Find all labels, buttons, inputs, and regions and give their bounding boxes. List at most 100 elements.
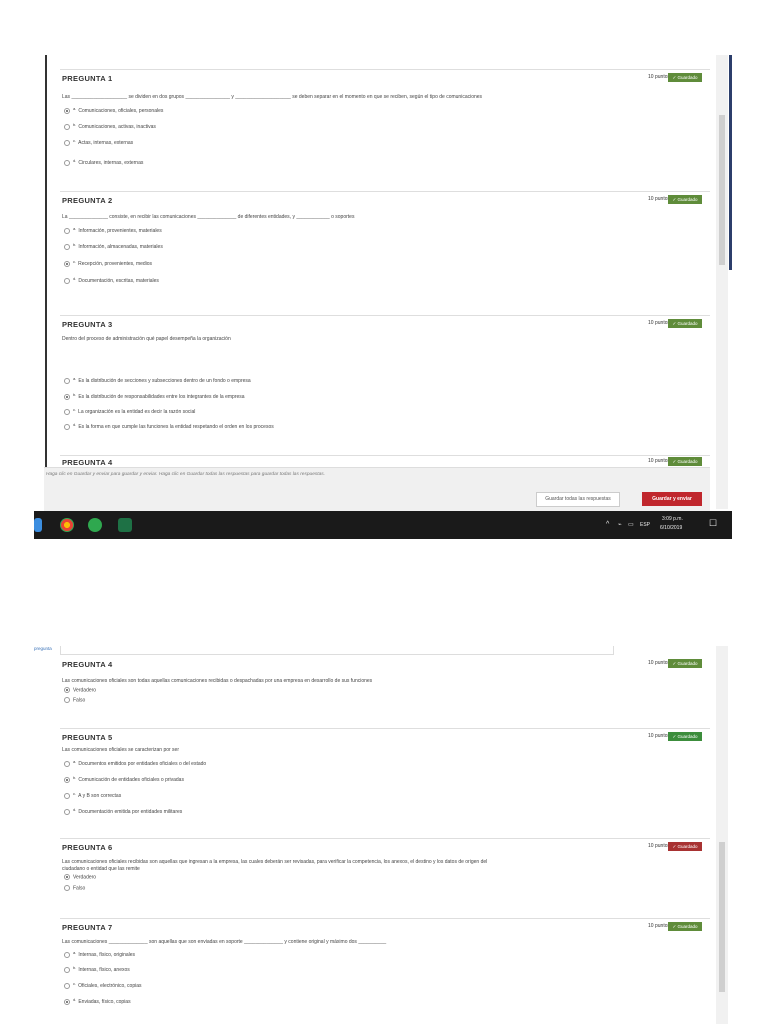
option-false[interactable]: Falso bbox=[64, 697, 85, 703]
battery-icon[interactable]: ▭ bbox=[628, 521, 634, 528]
check-icon: ✓ bbox=[672, 844, 677, 849]
utorrent-icon[interactable] bbox=[88, 518, 102, 532]
points-label: 10 puntos bbox=[648, 74, 670, 80]
radio[interactable] bbox=[64, 760, 70, 767]
option-c[interactable]: c. La organización es la entidad es decir… bbox=[64, 407, 195, 415]
question-title: PREGUNTA 3 bbox=[62, 320, 113, 329]
option-letter: b. bbox=[73, 775, 77, 780]
radio[interactable] bbox=[64, 982, 70, 989]
radio-selected[interactable] bbox=[64, 687, 70, 693]
save-all-button[interactable]: Guardar todas las respuestas bbox=[536, 492, 620, 507]
option-d[interactable]: d. Documentación, escritas, materiales bbox=[64, 276, 159, 284]
option-letter: c. bbox=[73, 981, 77, 986]
option-d[interactable]: d. Circulares, internas, externas bbox=[64, 158, 143, 166]
option-letter: c. bbox=[73, 791, 77, 796]
top-link[interactable]: pregunta bbox=[34, 646, 52, 651]
question-title: PREGUNTA 2 bbox=[62, 196, 113, 205]
option-letter: c. bbox=[73, 407, 77, 412]
notification-icon[interactable]: ☐ bbox=[709, 518, 717, 529]
option-letter: a. bbox=[73, 106, 77, 111]
option-d[interactable]: d. Es la forma en que cumple las funcione… bbox=[64, 422, 274, 430]
scrollbar-thumb[interactable] bbox=[719, 842, 725, 992]
option-c[interactable]: c. Recepción, provenientes, medios bbox=[64, 259, 152, 267]
option-letter: d. bbox=[73, 422, 77, 427]
clock-time[interactable]: 3:09 p.m. bbox=[662, 516, 683, 522]
radio-selected[interactable] bbox=[64, 393, 70, 400]
saved-label: Guardado bbox=[677, 924, 698, 929]
option-a[interactable]: a. Documentos emitidos por entidades ofic… bbox=[64, 759, 206, 767]
radio-selected[interactable] bbox=[64, 874, 70, 880]
submit-hint: Haga clic en Guardar y enviar para guard… bbox=[46, 472, 325, 477]
option-b[interactable]: b. Comunicación de entidades oficiales o … bbox=[64, 775, 184, 783]
question-prompt: Las comunicaciones oficiales son todas a… bbox=[62, 678, 373, 684]
option-b[interactable]: b. Información, almacenadas, materiales bbox=[64, 242, 163, 250]
saved-badge: ✓ Guardado bbox=[668, 732, 702, 741]
option-false[interactable]: Falso bbox=[64, 885, 85, 891]
tray-chevron-icon[interactable]: ^ bbox=[606, 521, 609, 528]
clock-date[interactable]: 6/10/2019 bbox=[660, 525, 682, 531]
language-indicator[interactable]: ESP bbox=[640, 522, 650, 528]
radio[interactable] bbox=[64, 885, 70, 891]
radio-selected[interactable] bbox=[64, 260, 70, 267]
radio[interactable] bbox=[64, 966, 70, 973]
windows-taskbar: ^ ⌁ ▭ ESP 3:09 p.m. 6/10/2019 ☐ bbox=[34, 511, 732, 539]
radio[interactable] bbox=[64, 123, 70, 130]
radio[interactable] bbox=[64, 159, 70, 166]
file-explorer-icon[interactable] bbox=[34, 518, 42, 532]
option-b[interactable]: b. Comunicaciones, activas, inactivas bbox=[64, 122, 156, 130]
scrollbar-thumb[interactable] bbox=[719, 115, 725, 265]
saved-badge: ✓ Guardado bbox=[668, 195, 702, 204]
option-letter: b. bbox=[73, 965, 77, 970]
radio[interactable] bbox=[64, 227, 70, 234]
option-letter: d. bbox=[73, 158, 77, 163]
question-title: PREGUNTA 4 bbox=[62, 660, 113, 669]
option-true[interactable]: Verdadero bbox=[64, 687, 96, 693]
check-icon: ✓ bbox=[672, 75, 677, 80]
save-and-submit-button[interactable]: Guardar y enviar bbox=[642, 492, 702, 506]
option-d[interactable]: d. Documentación emitida por entidades mi… bbox=[64, 807, 182, 815]
radio[interactable] bbox=[64, 139, 70, 146]
option-a[interactable]: a. Comunicaciones, oficiales, personales bbox=[64, 106, 163, 114]
check-icon: ✓ bbox=[672, 459, 677, 464]
saved-label: Guardado bbox=[677, 197, 698, 202]
vertical-scrollbar[interactable] bbox=[716, 55, 728, 509]
radio[interactable] bbox=[64, 243, 70, 250]
question-1: PREGUNTA 1 10 puntos ✓ Guardado Las ____… bbox=[60, 69, 710, 190]
radio-selected[interactable] bbox=[64, 107, 70, 114]
option-text: Comunicaciones, oficiales, personales bbox=[78, 108, 164, 114]
radio[interactable] bbox=[64, 808, 70, 815]
saved-badge: ✓ Guardado bbox=[668, 922, 702, 931]
radio[interactable] bbox=[64, 792, 70, 799]
vertical-scrollbar[interactable] bbox=[716, 646, 728, 1024]
option-letter: b. bbox=[73, 392, 77, 397]
excel-icon[interactable] bbox=[118, 518, 132, 532]
points-label: 10 puntos bbox=[648, 458, 670, 464]
radio-selected[interactable] bbox=[64, 776, 70, 783]
radio-selected[interactable] bbox=[64, 998, 70, 1005]
option-text: Verdadero bbox=[73, 874, 97, 881]
option-a[interactable]: a. Internas, físico, originales bbox=[64, 950, 135, 958]
option-true[interactable]: Verdadero bbox=[64, 874, 96, 880]
option-a[interactable]: a. Información, provenientes, materiales bbox=[64, 226, 162, 234]
radio[interactable] bbox=[64, 408, 70, 415]
option-c[interactable]: c. Oficiales, electrónico, copias bbox=[64, 981, 142, 989]
question-prompt: Las ____________________ se dividen en d… bbox=[62, 94, 483, 100]
option-b[interactable]: b. Es la distribución de responsabilidade… bbox=[64, 392, 245, 400]
option-d[interactable]: d. Enviadas, físico, copias bbox=[64, 997, 131, 1005]
question-6: PREGUNTA 6 10 puntos ✓ Guardado Las comu… bbox=[60, 838, 710, 917]
radio[interactable] bbox=[64, 423, 70, 430]
option-c[interactable]: c. Actas, internas, externas bbox=[64, 138, 133, 146]
option-text: Información, provenientes, materiales bbox=[78, 228, 162, 234]
option-a[interactable]: a. Es la distribución de secciones y subs… bbox=[64, 376, 251, 384]
option-letter: c. bbox=[73, 138, 77, 143]
radio[interactable] bbox=[64, 377, 70, 384]
option-letter: a. bbox=[73, 376, 77, 381]
option-c[interactable]: c. A y B son correctas bbox=[64, 791, 121, 799]
radio[interactable] bbox=[64, 277, 70, 284]
option-b[interactable]: b. Internas, físico, anexos bbox=[64, 965, 130, 973]
radio[interactable] bbox=[64, 697, 70, 703]
option-text: Es la distribución de responsabilidades … bbox=[78, 394, 245, 400]
radio[interactable] bbox=[64, 951, 70, 958]
chrome-icon[interactable] bbox=[60, 518, 74, 532]
network-icon[interactable]: ⌁ bbox=[618, 521, 622, 528]
